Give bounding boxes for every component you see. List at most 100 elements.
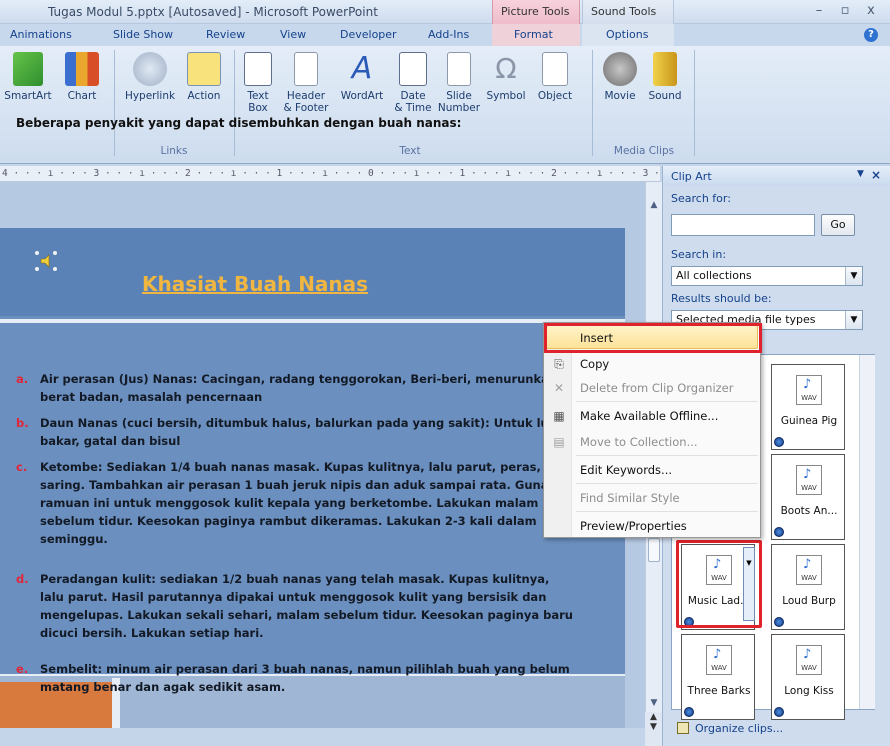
insert-highlight-box	[544, 323, 762, 353]
music-note-icon: ♪	[803, 647, 812, 662]
scroll-thumb[interactable]	[648, 538, 660, 562]
menu-separator	[576, 455, 758, 456]
movie-icon	[603, 52, 637, 86]
clip-caption: Loud Burp	[782, 595, 836, 607]
list-item-text: Daun Nanas (cuci bersih, ditumbuk halus,…	[40, 416, 565, 448]
context-group-sound-tools: Sound Tools	[582, 0, 674, 24]
menu-separator	[576, 483, 758, 484]
maximize-button[interactable]: ▫	[832, 3, 858, 21]
text-box-button[interactable]: Text Box	[240, 52, 276, 114]
context-menu: Insert ⎘ Copy ✕ Delete from Clip Organiz…	[543, 322, 762, 539]
group-label-media-clips: Media Clips	[613, 145, 675, 157]
clip-thumbnail[interactable]: WAV ♪ Loud Burp	[771, 544, 845, 630]
header-footer-button[interactable]: Header & Footer	[280, 52, 332, 114]
list-item[interactable]: e. Sembelit: minum air perasan dari 3 bu…	[16, 660, 576, 696]
help-icon[interactable]: ?	[864, 28, 878, 42]
list-item-text: Ketombe: Sediakan 1/4 buah nanas masak. …	[40, 460, 573, 546]
globe-icon	[774, 527, 784, 537]
menu-separator	[576, 511, 758, 512]
tab-developer[interactable]: Developer	[340, 28, 397, 41]
textbox-icon	[244, 52, 272, 86]
smartart-button[interactable]: SmartArt	[0, 52, 56, 102]
chart-button[interactable]: Chart	[60, 52, 104, 102]
menu-item-find-similar[interactable]: Find Similar Style	[544, 485, 760, 511]
prev-next-slide-icon[interactable]: ▲ ▼	[645, 712, 662, 746]
search-input[interactable]	[671, 214, 815, 236]
action-button[interactable]: Action	[182, 52, 226, 102]
chevron-down-icon[interactable]: ▼	[845, 311, 862, 329]
list-item[interactable]: d. Peradangan kulit: sediakan 1/2 buah n…	[16, 570, 576, 642]
list-marker: c.	[16, 460, 28, 474]
organize-icon	[677, 722, 689, 734]
tab-options[interactable]: Options	[606, 28, 648, 41]
slide-title[interactable]: Khasiat Buah Nanas	[142, 272, 368, 296]
tab-view[interactable]: View	[280, 28, 306, 41]
window-title: Tugas Modul 5.pptx [Autosaved] - Microso…	[48, 5, 378, 19]
scroll-up-icon[interactable]: ▲	[649, 200, 659, 210]
clip-thumbnail[interactable]: WAV ♪ Long Kiss	[771, 634, 845, 720]
menu-item-make-offline[interactable]: ▦ Make Available Offline...	[544, 403, 760, 429]
clip-dropdown-icon[interactable]: ▼	[743, 547, 755, 621]
menu-item-delete[interactable]: ✕ Delete from Clip Organizer	[544, 375, 760, 401]
object-button[interactable]: Object	[530, 52, 580, 102]
globe-icon	[774, 437, 784, 447]
clip-thumbnail[interactable]: WAV ♪ Guinea Pig	[771, 364, 845, 450]
clip-caption: Boots An...	[780, 505, 838, 517]
menu-item-preview-properties[interactable]: Preview/Properties	[544, 513, 760, 539]
chevron-down-icon[interactable]: ▼	[845, 267, 862, 285]
clip-thumbnail[interactable]: WAV ♪ Boots An...	[771, 454, 845, 540]
minimize-button[interactable]: –	[806, 3, 832, 21]
music-note-icon: ♪	[713, 647, 722, 662]
tab-format[interactable]: Format	[514, 28, 553, 41]
date-time-button[interactable]: Date & Time	[392, 52, 434, 114]
list-marker: e.	[16, 662, 29, 676]
menu-item-copy[interactable]: ⎘ Copy	[544, 351, 760, 377]
movie-button[interactable]: Movie	[598, 52, 642, 102]
title-bar: Tugas Modul 5.pptx [Autosaved] - Microso…	[0, 0, 890, 24]
group-separator	[694, 50, 695, 156]
list-item[interactable]: c. Ketombe: Sediakan 1/4 buah nanas masa…	[16, 458, 576, 548]
list-item-text: Air perasan (Jus) Nanas: Cacingan, radan…	[40, 372, 558, 404]
tab-slide-show[interactable]: Slide Show	[113, 28, 173, 41]
slide-number-icon	[447, 52, 471, 86]
tab-review[interactable]: Review	[206, 28, 245, 41]
menu-item-edit-keywords[interactable]: Edit Keywords...	[544, 457, 760, 483]
delete-icon: ✕	[553, 381, 565, 395]
pane-menu-icon[interactable]: ▼	[857, 169, 864, 179]
group-separator	[592, 50, 593, 156]
search-in-select[interactable]: All collections ▼	[671, 266, 863, 286]
close-button[interactable]: x	[858, 3, 884, 21]
sound-button[interactable]: Sound	[642, 52, 688, 102]
symbol-button[interactable]: Ω Symbol	[484, 52, 528, 102]
slide-intro-text[interactable]: Beberapa penyakit yang dapat disembuhkan…	[16, 116, 461, 130]
music-note-icon: ♪	[803, 467, 812, 482]
header-footer-icon	[294, 52, 318, 86]
clip-thumbnail[interactable]: WAV ♪ Three Barks	[681, 634, 755, 720]
menu-item-move-to-collection[interactable]: ▤ Move to Collection...	[544, 429, 760, 455]
globe-icon	[774, 617, 784, 627]
go-button[interactable]: Go	[821, 214, 855, 236]
search-in-label: Search in:	[671, 248, 727, 261]
list-item[interactable]: a. Air perasan (Jus) Nanas: Cacingan, ra…	[16, 370, 576, 406]
globe-icon	[774, 707, 784, 717]
ribbon: SmartArt Chart Hyperlink Action Links Te…	[0, 46, 890, 164]
slide-number-button[interactable]: Slide Number	[436, 52, 482, 114]
group-label-links: Links	[160, 145, 188, 157]
tab-animations[interactable]: Animations	[10, 28, 72, 41]
list-marker: d.	[16, 572, 29, 586]
wordart-button[interactable]: A WordArt	[336, 52, 388, 103]
sound-icon	[653, 52, 677, 86]
tab-add-ins[interactable]: Add-Ins	[428, 28, 469, 41]
hyperlink-button[interactable]: Hyperlink	[118, 52, 182, 102]
speaker-icon[interactable]	[34, 250, 58, 272]
results-scrollbar[interactable]	[859, 355, 875, 709]
scroll-down-icon[interactable]: ▼	[649, 698, 659, 708]
search-for-label: Search for:	[671, 192, 731, 205]
close-pane-icon[interactable]: ×	[871, 168, 881, 182]
hyperlink-icon	[133, 52, 167, 86]
clip-caption: Guinea Pig	[780, 415, 838, 427]
list-item[interactable]: b. Daun Nanas (cuci bersih, ditumbuk hal…	[16, 414, 576, 450]
group-separator	[234, 50, 235, 156]
list-item-text: Sembelit: minum air perasan dari 3 buah …	[40, 662, 570, 694]
chart-icon	[65, 52, 99, 86]
